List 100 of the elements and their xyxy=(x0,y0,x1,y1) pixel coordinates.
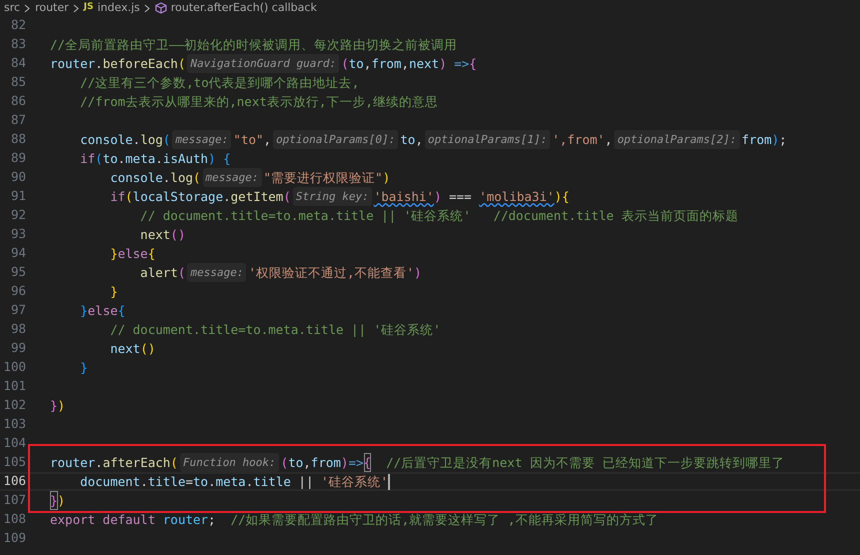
line-number: 99 xyxy=(10,339,26,358)
line-number: 97 xyxy=(10,301,26,320)
bracket: ( xyxy=(170,454,178,472)
line-number: 83 xyxy=(10,35,26,54)
line-number: 104 xyxy=(2,434,26,452)
identifier: to xyxy=(348,55,364,73)
bracket: () xyxy=(140,340,156,358)
string-literal: ',from' xyxy=(552,131,605,149)
punctuation: . xyxy=(155,150,163,168)
line-number: 107 xyxy=(2,491,26,510)
breadcrumb-item[interactable]: index.js xyxy=(98,0,140,16)
comment: //全局前置路由守卫——初始化的时候被调用、每次路由切换之前被调用 xyxy=(50,36,458,54)
keyword: else xyxy=(118,245,148,263)
identifier: router xyxy=(162,511,208,529)
function-name: beforeEach xyxy=(102,55,178,73)
punctuation: . xyxy=(223,188,231,206)
line-number: 91 xyxy=(10,187,26,206)
bracket: () xyxy=(170,226,186,244)
breadcrumb-item[interactable]: router.afterEach() callback xyxy=(170,0,317,16)
bracket: ( xyxy=(162,131,170,149)
identifier: document xyxy=(79,473,140,491)
identifier: meta xyxy=(125,150,156,168)
bracket: ) xyxy=(439,55,447,73)
punctuation: ; xyxy=(208,511,216,529)
bracket: ) xyxy=(58,492,66,510)
punctuation: . xyxy=(208,473,216,491)
identifier: isAuth xyxy=(162,150,208,168)
line-number: 94 xyxy=(10,244,26,262)
identifier: to xyxy=(102,150,118,168)
bracket: { xyxy=(223,150,231,168)
function-name: log xyxy=(170,169,193,187)
bracket: ( xyxy=(95,150,103,168)
comment: //这里有三个参数,to代表是到哪个路由地址去, xyxy=(79,74,360,92)
identifier: localStorage xyxy=(132,188,224,206)
line-number: 82 xyxy=(10,16,26,34)
identifier: to xyxy=(288,454,304,472)
bracket: ) xyxy=(434,188,442,206)
function-name: afterEach xyxy=(102,454,170,472)
line-number: 95 xyxy=(10,263,26,282)
identifier: next xyxy=(408,55,440,73)
identifier: from xyxy=(742,131,772,149)
comment: // document.title=to.meta.title || '硅谷系统' //document.title 表示当前页面的标题 xyxy=(139,207,738,225)
line-number: 96 xyxy=(10,282,26,300)
bracket: ) xyxy=(414,264,422,282)
line-number: 93 xyxy=(10,225,26,244)
line-number: 100 xyxy=(2,358,26,376)
punctuation: , xyxy=(401,55,409,73)
punctuation: , xyxy=(415,131,423,149)
identifier: title xyxy=(148,473,186,491)
identifier: from xyxy=(371,55,402,73)
breadcrumb-item[interactable]: router xyxy=(35,0,69,16)
identifier: next xyxy=(109,340,140,358)
bracket: ) xyxy=(382,169,390,187)
identifier: router xyxy=(50,454,96,472)
line-number: 109 xyxy=(2,529,26,548)
string-literal: '硅谷系统' xyxy=(321,473,388,491)
line-number: 90 xyxy=(10,168,26,186)
breadcrumb-item[interactable]: src xyxy=(4,0,20,16)
line-number: 86 xyxy=(10,92,26,110)
line-number: 87 xyxy=(10,111,26,130)
string-literal: "需要进行权限验证" xyxy=(264,169,383,187)
bracket: } xyxy=(109,283,118,301)
inlay-hint: optionalParams[1]: xyxy=(424,130,550,149)
identifier: console xyxy=(109,169,163,187)
inlay-hint: message: xyxy=(187,263,246,282)
identifier: to xyxy=(193,473,208,491)
bracket: { xyxy=(148,245,156,263)
inlay-hint: String key: xyxy=(292,187,372,206)
line-number: 105 xyxy=(2,453,26,472)
bracket: ( xyxy=(283,188,291,206)
keyword: if xyxy=(79,150,96,168)
keyword: else xyxy=(88,302,118,320)
chevron-right-icon xyxy=(144,4,150,12)
bracket: ) xyxy=(554,188,562,206)
line-number: 92 xyxy=(10,206,26,224)
punctuation: , xyxy=(264,131,272,149)
punctuation: . xyxy=(95,55,103,73)
line-number: 84 xyxy=(10,54,26,72)
string-literal: '权限验证不通过,不能查看' xyxy=(248,264,414,282)
identifier: meta xyxy=(216,473,246,491)
bracket: } xyxy=(79,302,88,320)
bracket: ( xyxy=(178,264,186,282)
line-number: 102 xyxy=(2,396,26,414)
identifier: router xyxy=(50,55,96,73)
chevron-right-icon xyxy=(72,4,79,12)
punctuation: , xyxy=(303,454,311,472)
bracket: { xyxy=(562,188,570,206)
bracket: ( xyxy=(341,55,349,73)
bracket: ) xyxy=(772,131,780,149)
identifier: console xyxy=(79,131,133,149)
bracket: { xyxy=(469,55,477,73)
punctuation: . xyxy=(246,473,254,491)
function-name: next xyxy=(139,226,170,244)
file-type-label: JS xyxy=(84,1,94,14)
line-number: 106 xyxy=(2,472,26,490)
chevron-right-icon xyxy=(24,4,30,12)
operator: => xyxy=(453,55,470,73)
comment: // document.title=to.meta.title || '硅谷系统' xyxy=(109,321,441,339)
line-number: 89 xyxy=(10,149,26,168)
string-literal: "to" xyxy=(233,131,264,149)
